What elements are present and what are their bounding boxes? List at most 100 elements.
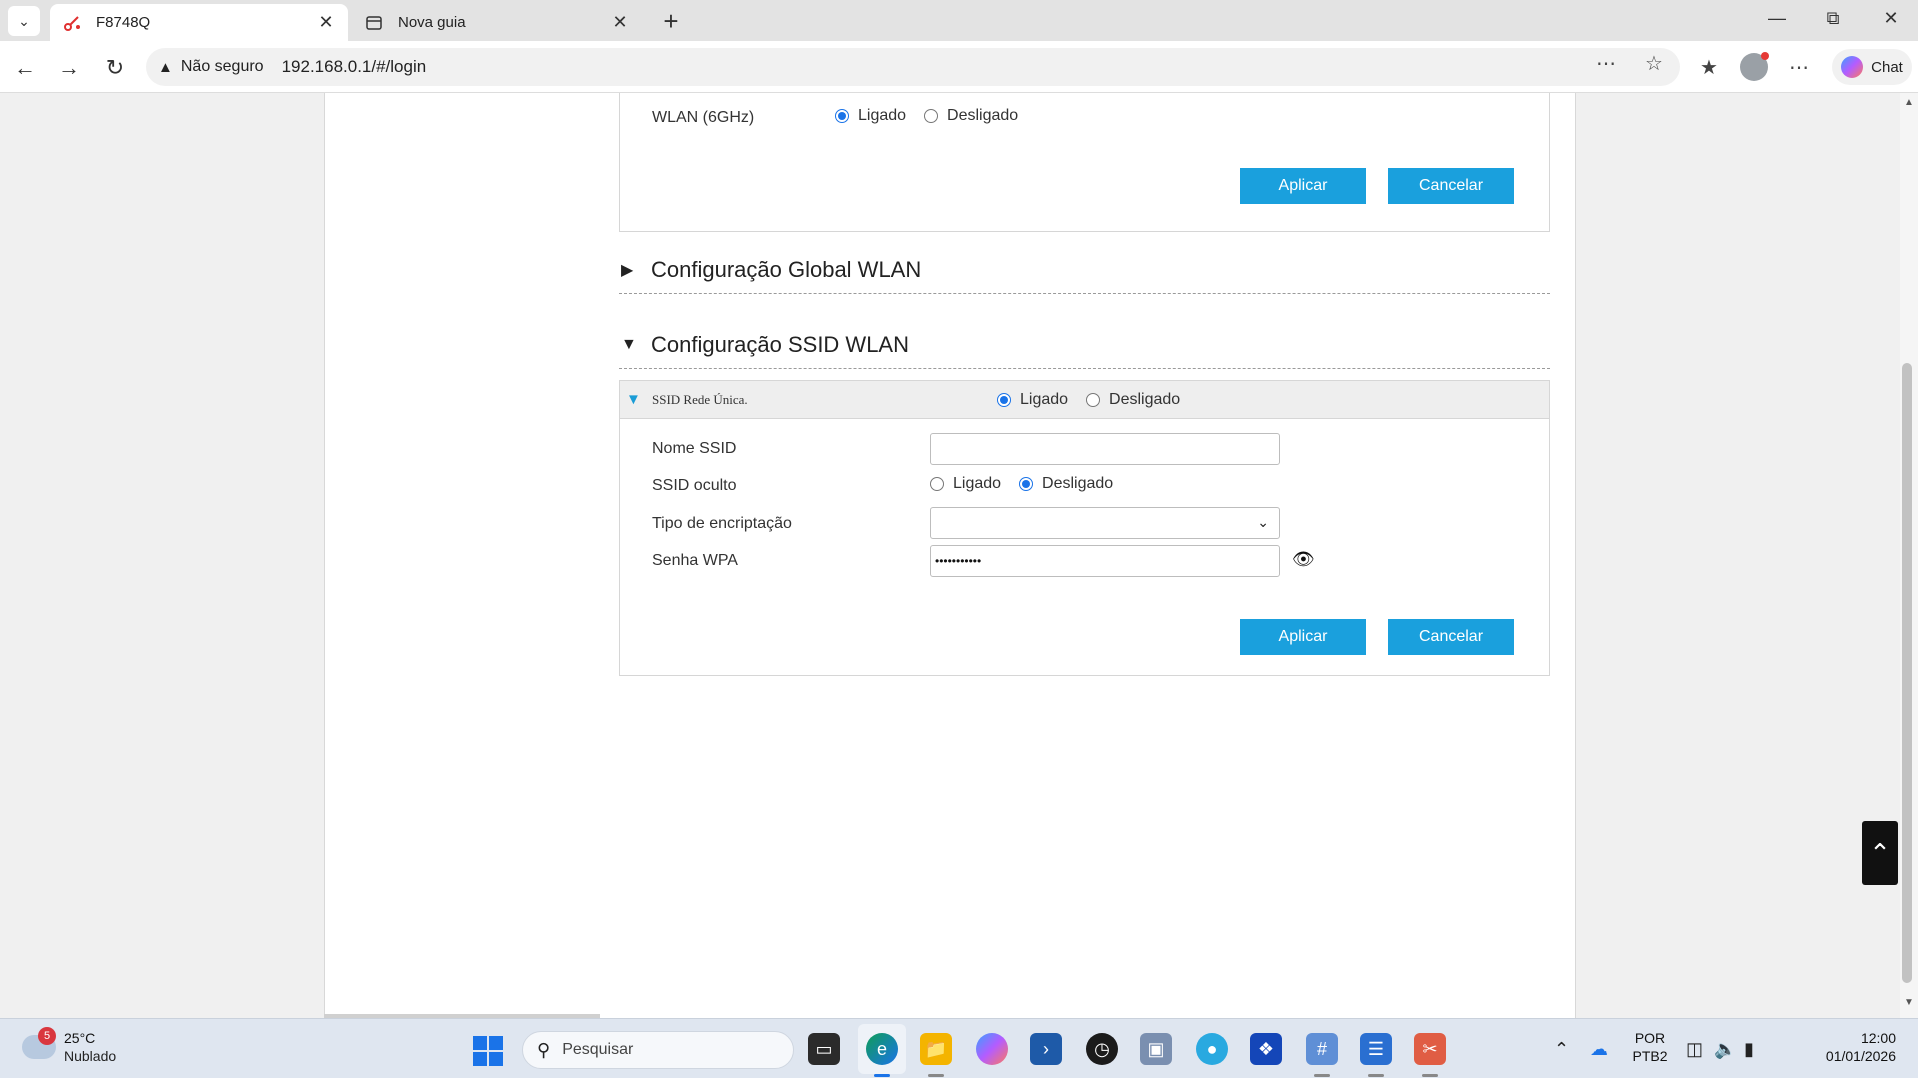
read-aloud-icon[interactable]: ⋯ [1592, 51, 1620, 76]
notepad-icon[interactable]: ☰ [1360, 1033, 1392, 1065]
ssid-name-input[interactable] [930, 433, 1280, 465]
forward-arrow-icon[interactable]: → [54, 53, 84, 83]
wlan-6ghz-apply-button[interactable]: Aplicar [1240, 168, 1366, 204]
page-viewport: WLAN (6GHz) Ligado Desligado Aplicar Can… [0, 93, 1918, 1018]
encryption-type-select[interactable]: ⌄ [930, 507, 1280, 539]
restore-icon[interactable]: ⧉ [1818, 8, 1848, 29]
wpa-password-label: Senha WPA [652, 552, 738, 569]
search-icon: ⚲ [537, 1039, 551, 1060]
more-options-icon[interactable]: ⋯ [1784, 55, 1814, 80]
ssid-header[interactable]: ▼ SSID Rede Única. Ligado Desligado [620, 381, 1549, 419]
router-favicon-icon [62, 13, 82, 33]
hidden-ssid-off-label: Desligado [1042, 475, 1114, 492]
ssid-expand-triangle-icon[interactable]: ▼ [626, 391, 641, 408]
show-password-eye-icon[interactable]: 👁 [1292, 549, 1315, 570]
tray-overflow-chevron-icon[interactable]: ⌃ [1554, 1039, 1569, 1060]
favorites-list-icon[interactable]: ★ [1694, 55, 1724, 80]
ssid-wlan-section-header[interactable]: ▼ Configuração SSID WLAN [619, 321, 1550, 369]
taskbar-search-box[interactable]: ⚲ Pesquisar [522, 1031, 794, 1069]
ssid-enable-radio-group: Ligado Desligado [997, 391, 1198, 409]
password-mask: ••••••••••• [935, 554, 982, 568]
edge-active-indicator [874, 1074, 890, 1077]
chat-label: Chat [1871, 58, 1903, 76]
warning-icon: ▲ [158, 58, 173, 76]
ssid-off-label: Desligado [1109, 391, 1181, 408]
hidden-ssid-on-label: Ligado [953, 475, 1002, 492]
input-language-indicator[interactable]: POR PTB2 [1628, 1029, 1672, 1065]
wlan-6ghz-off-label: Desligado [947, 107, 1019, 124]
bluetooth-app-icon[interactable]: ❖ [1250, 1033, 1282, 1065]
search-placeholder: Pesquisar [562, 1041, 634, 1058]
snipping-tool-icon[interactable]: ✂ [1414, 1033, 1446, 1065]
wlan-6ghz-off-radio[interactable] [924, 109, 939, 123]
back-arrow-icon[interactable]: ← [10, 53, 40, 83]
tab-actions-menu-button[interactable]: ⌄ [8, 6, 40, 36]
speedometer-icon[interactable]: ◷ [1086, 1033, 1118, 1065]
wlan-6ghz-cancel-button[interactable]: Cancelar [1388, 168, 1514, 204]
wlan-6ghz-on-label: Ligado [858, 107, 907, 124]
hidden-ssid-off-option[interactable]: Desligado [1019, 475, 1113, 493]
network-app-icon[interactable]: ● [1196, 1033, 1228, 1065]
wpa-password-input[interactable]: ••••••••••• [930, 545, 1280, 577]
back-to-top-button[interactable]: ⌃ [1862, 821, 1898, 885]
tab-router[interactable]: F8748Q ✕ [50, 4, 348, 41]
wlan-6ghz-off-option[interactable]: Desligado [924, 107, 1018, 125]
onedrive-cloud-icon[interactable]: ☁ [1590, 1039, 1608, 1060]
profile-notification-dot [1761, 52, 1769, 60]
close-window-icon[interactable]: ✕ [1876, 8, 1906, 29]
weather-widget[interactable]: 5 25°C Nublado [22, 1027, 116, 1065]
tab-new-tab[interactable]: Nova guia ✕ [352, 4, 642, 41]
remote-desktop-icon[interactable]: ▣ [1140, 1033, 1172, 1065]
ssid-on-label: Ligado [1020, 391, 1069, 408]
refresh-icon[interactable]: ↻ [100, 53, 130, 83]
close-tab-icon[interactable]: ✕ [610, 12, 630, 33]
hidden-ssid-on-radio[interactable] [930, 477, 944, 491]
security-status[interactable]: Não seguro [181, 58, 264, 76]
new-tab-favicon-icon [364, 13, 384, 33]
new-tab-plus-icon[interactable]: + [656, 6, 686, 37]
close-tab-icon[interactable]: ✕ [316, 12, 336, 33]
ssid-cancel-button[interactable]: Cancelar [1388, 619, 1514, 655]
hidden-ssid-off-radio[interactable] [1019, 477, 1034, 491]
clock-date: 01/01/2026 [1825, 1048, 1896, 1064]
windows-start-icon[interactable] [473, 1036, 503, 1066]
network-monitor-icon[interactable]: ◫ [1686, 1039, 1703, 1060]
notepad-running-indicator [1368, 1074, 1384, 1077]
ssid-on-option[interactable]: Ligado [997, 391, 1068, 409]
task-view-icon[interactable]: ▭ [808, 1033, 840, 1065]
scrollbar-thumb[interactable] [1902, 363, 1912, 983]
ssid-on-radio[interactable] [997, 393, 1011, 407]
battery-icon[interactable]: ▮ [1744, 1039, 1754, 1060]
ssid-apply-button[interactable]: Aplicar [1240, 619, 1366, 655]
minimize-icon[interactable]: — [1762, 8, 1792, 29]
wlan-6ghz-on-radio[interactable] [835, 109, 849, 123]
url-text[interactable]: 192.168.0.1/#/login [282, 57, 427, 77]
router-page: WLAN (6GHz) Ligado Desligado Aplicar Can… [324, 93, 1576, 1018]
favorite-star-icon[interactable]: ☆ [1640, 51, 1668, 76]
clock[interactable]: 12:00 01/01/2026 [1780, 1029, 1896, 1065]
snipping-grid-icon[interactable]: # [1306, 1033, 1338, 1065]
ssid-off-radio[interactable] [1086, 393, 1101, 407]
powershell-icon[interactable]: › [1030, 1033, 1062, 1065]
tab-title: F8748Q [96, 14, 151, 31]
explorer-running-indicator [928, 1074, 944, 1077]
clock-time: 12:00 [1860, 1030, 1896, 1046]
browser-toolbar: ← → ↻ ▲ Não seguro 192.168.0.1/#/login ⋯… [0, 41, 1918, 93]
ssid-panel: ▼ SSID Rede Única. Ligado Desligado Nome… [619, 380, 1550, 676]
file-explorer-icon[interactable]: 📁 [920, 1033, 952, 1065]
speaker-muted-icon[interactable]: 🔈 [1714, 1039, 1736, 1060]
chevron-down-icon: ⌄ [1257, 514, 1269, 530]
browser-tab-bar: ⌄ F8748Q ✕ Nova guia ✕ + — ⧉ ✕ [0, 0, 1918, 41]
hidden-ssid-on-option[interactable]: Ligado [930, 475, 1001, 493]
copilot-app-icon[interactable] [976, 1033, 1008, 1065]
windows-taskbar: 5 25°C Nublado ⚲ Pesquisar ▭ e 📁 › ◷ ▣ ●… [0, 1018, 1918, 1078]
wlan-6ghz-panel: WLAN (6GHz) Ligado Desligado Aplicar Can… [619, 93, 1550, 232]
scroll-up-arrow-icon[interactable]: ▲ [1904, 97, 1914, 108]
scroll-down-arrow-icon[interactable]: ▼ [1904, 997, 1914, 1008]
edge-browser-icon[interactable]: e [866, 1033, 898, 1065]
copilot-chat-button[interactable]: Chat [1832, 49, 1912, 85]
wlan-6ghz-on-option[interactable]: Ligado [835, 107, 906, 125]
global-wlan-section-header[interactable]: ▶ Configuração Global WLAN [619, 246, 1550, 294]
address-bar[interactable]: ▲ Não seguro 192.168.0.1/#/login [146, 48, 1680, 86]
ssid-off-option[interactable]: Desligado [1086, 391, 1180, 409]
